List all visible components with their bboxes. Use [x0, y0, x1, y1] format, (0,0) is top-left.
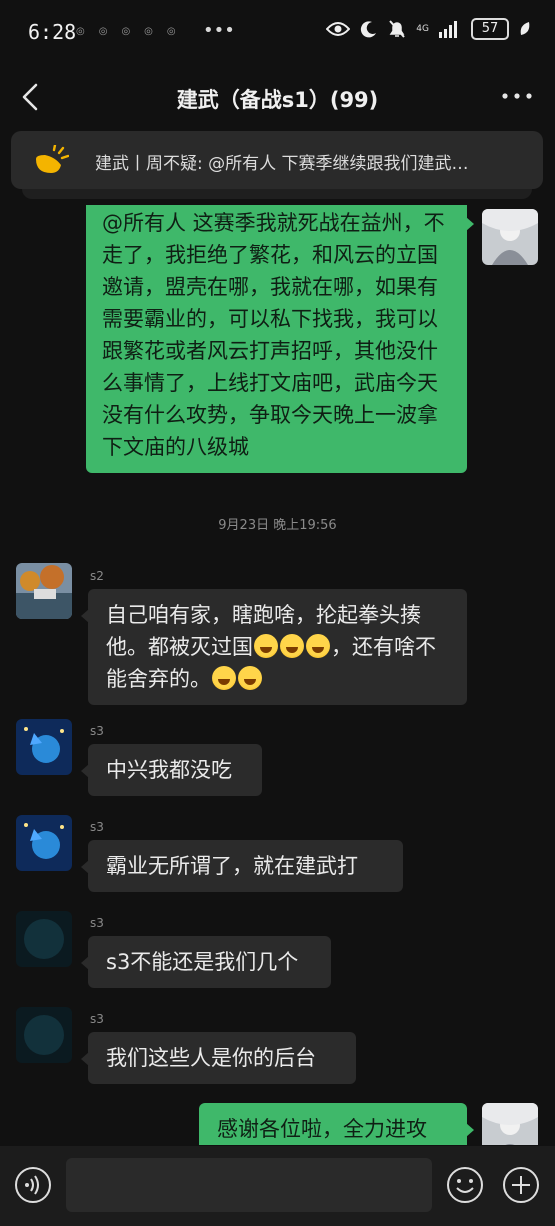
status-icons: 4G 57 — [326, 18, 531, 40]
laughing-emoji-icon — [280, 634, 304, 658]
avatar-s3[interactable] — [16, 815, 72, 871]
moon-icon — [361, 21, 377, 38]
message-input[interactable] — [66, 1158, 432, 1212]
message-bubble-incoming[interactable]: s3不能还是我们几个 — [81, 936, 331, 988]
plus-icon[interactable] — [502, 1166, 540, 1204]
laughing-emoji-icon — [306, 634, 330, 658]
message-bubble-incoming[interactable]: 中兴我都没吃 — [81, 744, 262, 796]
message-bubble-incoming[interactable]: 霸业无所谓了，就在建武打 — [81, 840, 403, 892]
message-bubble-incoming[interactable]: 我们这些人是你的后台 — [81, 1032, 356, 1084]
sender-name: s3 — [90, 724, 104, 738]
chat-title: 建武（备战s1）(99) — [176, 88, 379, 112]
sender-name: s2 — [90, 569, 104, 583]
announcement-text: 建武丨周不疑: @所有人 下赛季继续跟我们建武… — [95, 154, 469, 174]
message-timestamp: 9月23日 晚上19:56 — [218, 518, 337, 533]
avatar-s3-dark[interactable] — [16, 1007, 72, 1063]
avatar-s3[interactable] — [16, 719, 72, 775]
group-announcement[interactable]: 建武丨周不疑: @所有人 下赛季继续跟我们建武… — [11, 131, 543, 189]
chat-header: 建武（备战s1）(99) — [0, 64, 555, 128]
message-bubble-incoming[interactable]: 自己咱有家，瞎跑啥，抡起拳头揍他。都被灭过国 ，还有啥不能舍弃的。 — [81, 589, 467, 705]
laughing-emoji-icon — [254, 634, 278, 658]
avatar-s3-dark[interactable] — [16, 911, 72, 967]
notification-icons: ◎◎◎◎◎ — [76, 26, 190, 37]
message-list[interactable]: @所有人 这赛季我就死战在益州，不走了，我拒绝了繁花，和风云的立国邀请，盟壳在哪… — [0, 205, 555, 1145]
emoji-icon[interactable] — [446, 1166, 484, 1204]
network-type: 4G — [416, 23, 429, 34]
message-bubble-outgoing[interactable]: 感谢各位啦，全力进攻 — [199, 1103, 474, 1145]
laughing-emoji-icon — [238, 666, 262, 690]
more-icon[interactable] — [501, 86, 533, 106]
megaphone-icon — [36, 145, 69, 173]
bell-off-icon — [389, 20, 406, 38]
status-time: 6:28 — [28, 20, 77, 44]
sender-name: s3 — [90, 820, 104, 834]
input-bar — [0, 1146, 555, 1226]
signal-icon — [439, 21, 457, 38]
sender-name: s3 — [90, 1012, 104, 1026]
more-notifications-icon: ••• — [203, 20, 235, 41]
eye-icon — [326, 22, 351, 36]
status-bar: 6:28 ◎◎◎◎◎ ••• 4G 57 — [0, 0, 555, 64]
avatar-s2[interactable] — [16, 563, 72, 619]
message-bubble-outgoing[interactable]: @所有人 这赛季我就死战在益州，不走了，我拒绝了繁花，和风云的立国邀请，盟壳在哪… — [86, 205, 474, 473]
notice-stack-shadow — [22, 189, 532, 199]
battery-indicator: 57 — [471, 18, 509, 40]
self-avatar[interactable] — [482, 1103, 538, 1145]
laughing-emoji-icon — [212, 666, 236, 690]
voice-icon[interactable] — [14, 1166, 52, 1204]
sender-name: s3 — [90, 916, 104, 930]
self-avatar[interactable] — [482, 209, 538, 265]
leaf-icon — [520, 22, 530, 35]
